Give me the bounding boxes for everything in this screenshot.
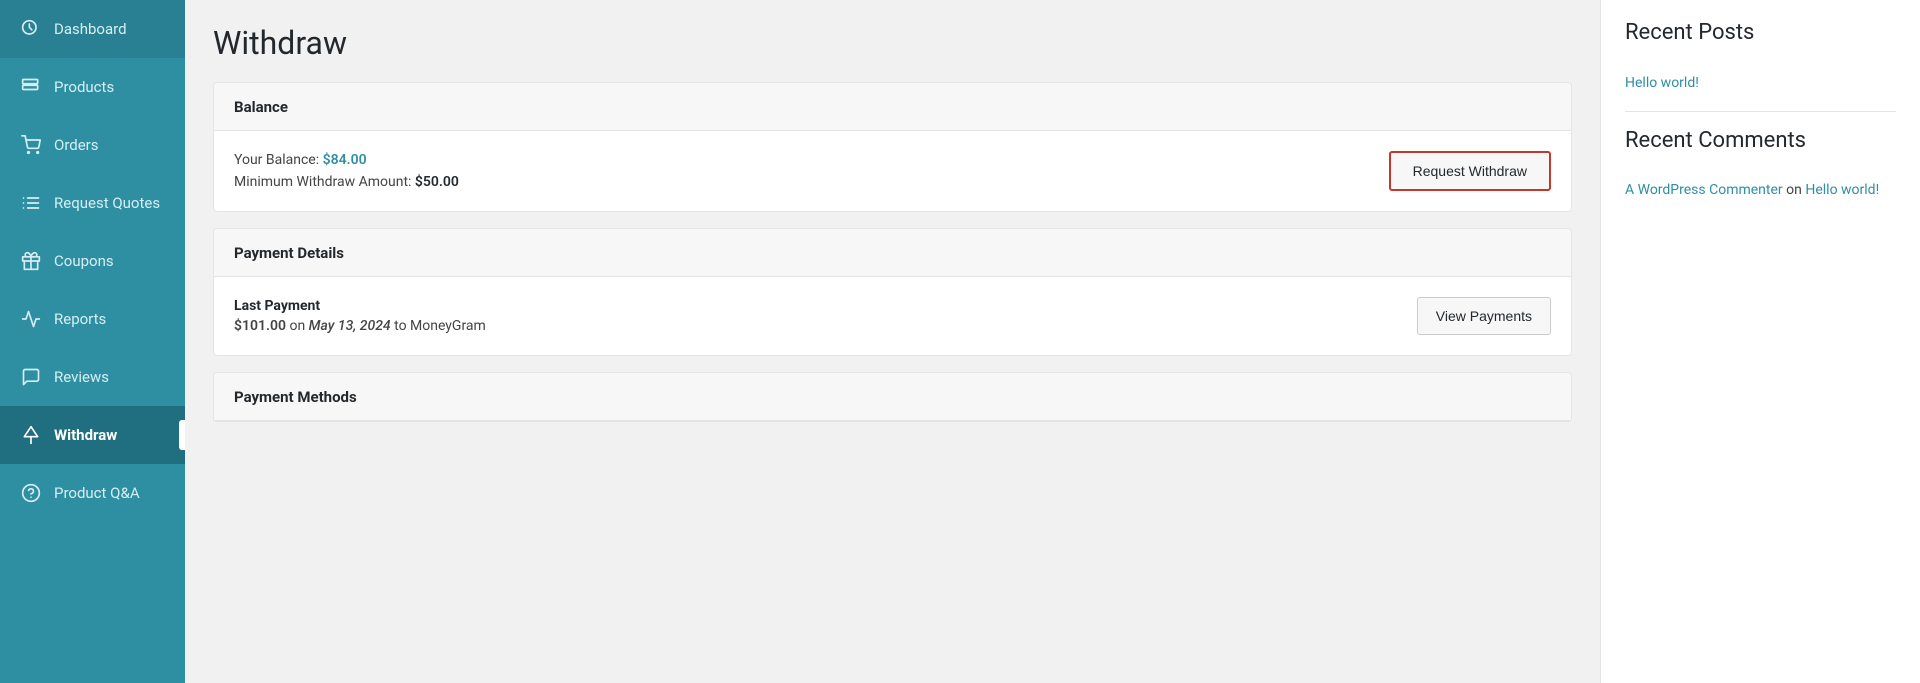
sidebar-item-label: Withdraw (54, 426, 117, 444)
balance-value: $84.00 (323, 152, 367, 168)
min-withdraw-line: Minimum Withdraw Amount: $50.00 (234, 174, 459, 190)
payment-details-card-body: Last Payment $101.00 on May 13, 2024 to … (214, 277, 1571, 355)
sidebar-item-product-qa[interactable]: Product Q&A (0, 464, 185, 522)
sidebar-item-reports[interactable]: Reports (0, 290, 185, 348)
min-label: Minimum Withdraw Amount: (234, 174, 415, 190)
page-title: Withdraw (213, 24, 1572, 62)
main-content: Withdraw Balance Your Balance: $84.00 Mi… (185, 0, 1600, 683)
reviews-icon (20, 366, 42, 388)
sidebar-item-withdraw[interactable]: Withdraw (0, 406, 185, 464)
payment-date: May 13, 2024 (309, 318, 391, 334)
balance-card: Balance Your Balance: $84.00 Minimum Wit… (213, 82, 1572, 212)
balance-card-title: Balance (234, 98, 288, 116)
main-wrapper: Withdraw Balance Your Balance: $84.00 Mi… (185, 0, 1920, 683)
sidebar-item-label: Request Quotes (54, 194, 160, 212)
min-value: $50.00 (415, 174, 459, 190)
sidebar-item-label: Reviews (54, 368, 109, 386)
balance-card-body: Your Balance: $84.00 Minimum Withdraw Am… (214, 131, 1571, 211)
sidebar-item-label: Dashboard (54, 20, 127, 38)
balance-label: Your Balance: (234, 152, 323, 168)
recent-comment-item: A WordPress Commenter on Hello world! (1625, 179, 1896, 201)
recent-posts-list: Hello world! (1625, 71, 1896, 95)
commenter-link[interactable]: A WordPress Commenter (1625, 182, 1783, 198)
payment-methods-card-title: Payment Methods (234, 388, 357, 406)
last-payment-label: Last Payment (234, 298, 486, 314)
last-payment-detail: $101.00 on May 13, 2024 to MoneyGram (234, 318, 486, 334)
sidebar-item-coupons[interactable]: Coupons (0, 232, 185, 290)
balance-line: Your Balance: $84.00 (234, 152, 459, 168)
recent-comments-title: Recent Comments (1625, 128, 1896, 163)
sidebar-item-label: Orders (54, 136, 99, 154)
payment-methods-card-header: Payment Methods (214, 373, 1571, 421)
sidebar-item-label: Products (54, 78, 114, 96)
qa-icon (20, 482, 42, 504)
recent-comments-list: A WordPress Commenter on Hello world! (1625, 179, 1896, 201)
comment-post-link[interactable]: Hello world! (1805, 182, 1879, 198)
sidebar: Dashboard Products Orders Request Quotes… (0, 0, 185, 683)
quotes-icon (20, 192, 42, 214)
payment-amount: $101.00 (234, 318, 286, 334)
recent-post-link[interactable]: Hello world! (1625, 71, 1896, 95)
payment-to: to MoneyGram (394, 318, 486, 334)
balance-info: Your Balance: $84.00 Minimum Withdraw Am… (234, 152, 459, 190)
payment-details-info: Last Payment $101.00 on May 13, 2024 to … (234, 298, 486, 334)
sidebar-item-label: Product Q&A (54, 484, 140, 502)
sidebar-item-orders[interactable]: Orders (0, 116, 185, 174)
withdraw-icon (20, 424, 42, 446)
sidebar-item-dashboard[interactable]: Dashboard (0, 0, 185, 58)
sidebar-item-reviews[interactable]: Reviews (0, 348, 185, 406)
products-icon (20, 76, 42, 98)
coupons-icon (20, 250, 42, 272)
payment-details-card-title: Payment Details (234, 244, 344, 262)
sidebar-item-products[interactable]: Products (0, 58, 185, 116)
right-sidebar: Recent Posts Hello world! Recent Comment… (1600, 0, 1920, 683)
payment-details-card-header: Payment Details (214, 229, 1571, 277)
request-withdraw-button[interactable]: Request Withdraw (1389, 151, 1551, 191)
sidebar-item-label: Reports (54, 310, 106, 328)
orders-icon (20, 134, 42, 156)
dashboard-icon (20, 18, 42, 40)
reports-icon (20, 308, 42, 330)
sidebar-item-request-quotes[interactable]: Request Quotes (0, 174, 185, 232)
sidebar-item-label: Coupons (54, 252, 114, 270)
balance-card-header: Balance (214, 83, 1571, 131)
view-payments-button[interactable]: View Payments (1417, 297, 1551, 335)
payment-methods-card: Payment Methods (213, 372, 1572, 422)
recent-posts-title: Recent Posts (1625, 20, 1896, 55)
payment-preposition: on (289, 318, 308, 334)
payment-details-card: Payment Details Last Payment $101.00 on … (213, 228, 1572, 356)
widget-divider (1625, 111, 1896, 112)
